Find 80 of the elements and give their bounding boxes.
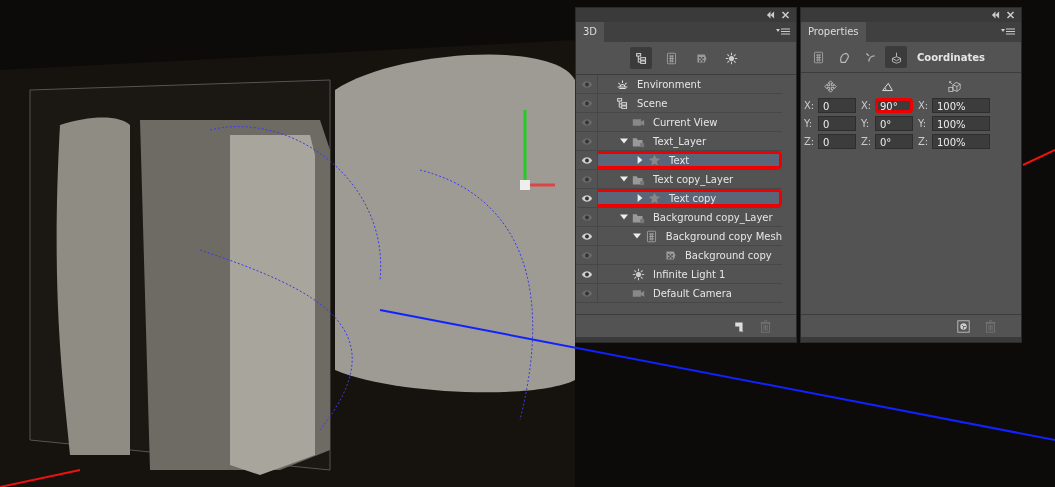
position-icon — [823, 79, 837, 93]
new-item-icon[interactable] — [732, 319, 745, 333]
deform-section-icon — [837, 50, 851, 64]
coordinates-section-icon — [889, 50, 903, 64]
layer-row[interactable]: Current View — [576, 113, 782, 132]
layer-name: Text_Layer — [653, 135, 707, 147]
layer-row[interactable]: Default Camera — [576, 284, 782, 303]
panel-menu-icon[interactable] — [776, 28, 790, 36]
number-field[interactable]: 100% — [932, 116, 990, 131]
number-field[interactable]: 0 — [818, 116, 856, 131]
layer-name: Default Camera — [653, 287, 732, 299]
collapse-icon[interactable] — [991, 11, 1000, 19]
layer-name: Background copy — [685, 249, 772, 261]
mesh-section-icon — [811, 50, 825, 64]
environment-icon — [616, 77, 629, 91]
axis-label: X: — [861, 100, 872, 111]
layer-row[interactable]: Background copy Mesh — [576, 227, 782, 246]
layer-row[interactable]: Infinite Light 1 — [576, 265, 782, 284]
layer-row[interactable]: Background copy — [576, 246, 782, 265]
object-icon — [648, 191, 661, 205]
filter-button[interactable] — [630, 47, 652, 69]
section-button[interactable] — [885, 46, 907, 68]
collapse-icon[interactable] — [766, 11, 775, 19]
layer-name: Text copy_Layer — [653, 173, 734, 185]
close-icon[interactable] — [781, 11, 790, 19]
layer-name: Text copy — [669, 192, 717, 204]
layer-row[interactable]: Text copy — [576, 189, 782, 208]
expanded-triangle-icon[interactable] — [620, 175, 628, 183]
eye-icon[interactable] — [580, 155, 593, 165]
layer-name: Background copy Mesh — [665, 230, 782, 242]
material-filter-icon — [694, 51, 708, 65]
properties-panel-tab[interactable]: Properties — [801, 22, 866, 42]
light-filter-icon — [724, 51, 738, 65]
number-field[interactable]: 100% — [932, 98, 990, 113]
axis-label: Z: — [918, 136, 929, 147]
scale-icon — [947, 79, 961, 93]
layer-name: Background copy_Layer — [653, 211, 773, 223]
eye-icon[interactable] — [580, 231, 593, 241]
close-icon[interactable] — [1006, 11, 1015, 19]
material-icon — [664, 248, 677, 262]
number-field[interactable]: 0 — [818, 98, 856, 113]
layer-name: Environment — [637, 78, 701, 90]
eye-icon[interactable] — [580, 193, 593, 203]
layer-name: Current View — [653, 116, 718, 128]
number-field[interactable]: 0° — [875, 134, 913, 149]
axis-label: Y: — [804, 118, 814, 129]
eye-icon[interactable] — [580, 269, 593, 279]
panel-menu-icon[interactable] — [1001, 28, 1015, 36]
axis-label: Z: — [861, 136, 872, 147]
expanded-triangle-icon[interactable] — [620, 137, 628, 145]
axis-label: X: — [804, 100, 815, 111]
axis-label: Y: — [861, 118, 871, 129]
collapsed-triangle-icon[interactable] — [636, 194, 644, 202]
expanded-triangle-icon[interactable] — [620, 213, 628, 221]
number-field[interactable]: 0 — [818, 134, 856, 149]
scene-icon — [616, 96, 629, 110]
section-title: Coordinates — [917, 51, 985, 63]
scene-filter-icon — [634, 51, 648, 65]
expanded-triangle-icon[interactable] — [632, 232, 641, 240]
layer-row[interactable]: Background copy_Layer — [576, 208, 782, 227]
layer-name: Text — [669, 154, 690, 166]
mesh-filter-icon — [664, 51, 678, 65]
number-field[interactable]: 0° — [875, 116, 913, 131]
axis-label: X: — [918, 100, 929, 111]
collapsed-triangle-icon[interactable] — [636, 156, 644, 164]
light-icon — [632, 267, 645, 281]
3d-panel-tab[interactable]: 3D — [576, 22, 605, 42]
axis-label: Z: — [804, 136, 815, 147]
coordinates-reset-icon[interactable] — [957, 319, 970, 333]
number-field[interactable]: 90° — [875, 98, 913, 113]
layer-name: Scene — [637, 97, 668, 109]
cap-section-icon — [863, 50, 877, 64]
object-icon — [648, 153, 661, 167]
layer-row[interactable]: Text — [576, 151, 782, 170]
mesh-icon — [644, 229, 658, 243]
layer-row[interactable]: Scene — [576, 94, 782, 113]
layer-row[interactable]: Environment — [576, 75, 782, 94]
axis-label: Y: — [918, 118, 928, 129]
number-field[interactable]: 100% — [932, 134, 990, 149]
layer-name: Infinite Light 1 — [653, 268, 726, 280]
